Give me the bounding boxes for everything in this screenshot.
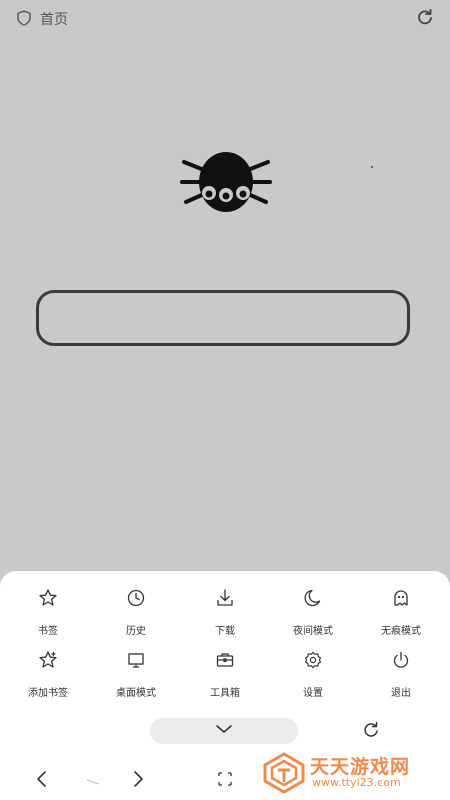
menu-item-history[interactable]: 历史: [91, 588, 181, 637]
clock-icon: [127, 589, 145, 607]
search-input[interactable]: [36, 290, 410, 346]
download-icon: [217, 589, 233, 606]
watermark-url: www.ttyl23.com: [312, 776, 401, 789]
menu-label: 桌面模式: [116, 688, 156, 699]
power-icon: [393, 651, 409, 668]
chevron-right-icon[interactable]: [130, 770, 146, 788]
speck: [371, 166, 373, 168]
menu-label: 工具箱: [210, 688, 240, 699]
chevron-down-icon[interactable]: [215, 722, 233, 736]
star-icon: [39, 589, 57, 606]
menu-item-downloads[interactable]: 下载: [180, 588, 270, 637]
menu-item-add-bookmark[interactable]: 添加书签: [3, 650, 93, 699]
menu-item-bookmarks[interactable]: 书签: [3, 588, 93, 637]
menu-label: 夜间模式: [293, 626, 333, 637]
menu-item-settings[interactable]: 设置: [268, 650, 358, 699]
menu-item-exit[interactable]: 退出: [356, 650, 446, 699]
menu-label: 无痕模式: [381, 626, 421, 637]
tabs-icon[interactable]: [216, 770, 234, 788]
moon-icon: [304, 589, 321, 607]
refresh-icon[interactable]: [416, 9, 434, 27]
menu-label: 退出: [391, 688, 411, 699]
top-bar: 首页: [0, 0, 450, 36]
menu-label: 添加书签: [28, 688, 68, 699]
watermark-name: 天天游戏网: [310, 756, 411, 778]
menu-item-toolbox[interactable]: 工具箱: [180, 650, 270, 699]
toolbox-icon: [216, 653, 234, 667]
menu-label: 设置: [303, 688, 323, 699]
reload-icon[interactable]: [362, 721, 380, 739]
gear-icon: [304, 651, 322, 669]
page-title: 首页: [40, 12, 68, 28]
spider-logo: [180, 152, 272, 212]
watermark-logo: [263, 752, 305, 794]
menu-item-incognito[interactable]: 无痕模式: [356, 588, 446, 637]
swipe-mark: [86, 779, 100, 785]
ghost-icon: [394, 590, 408, 606]
menu-label: 历史: [126, 626, 146, 637]
menu-item-desktop-mode[interactable]: 桌面模式: [91, 650, 181, 699]
menu-item-night-mode[interactable]: 夜间模式: [268, 588, 358, 637]
monitor-icon: [128, 653, 144, 668]
menu-label: 下载: [215, 626, 235, 637]
star-plus-icon: [39, 651, 57, 668]
menu-label: 书签: [38, 626, 58, 637]
chevron-left-icon[interactable]: [34, 770, 50, 788]
shield-icon[interactable]: [16, 10, 32, 26]
